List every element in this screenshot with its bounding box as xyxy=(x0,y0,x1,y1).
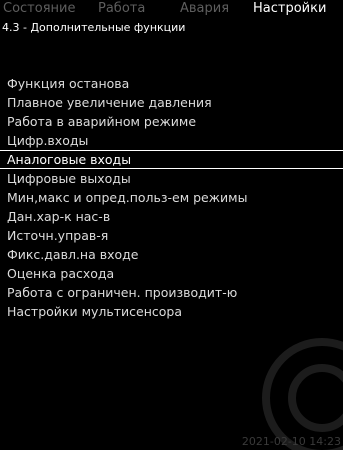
tab-settings[interactable]: Настройки xyxy=(253,0,343,17)
menu-item-fixed-inlet-pressure[interactable]: Фикс.давл.на входе xyxy=(0,245,343,264)
tab-operation[interactable]: Работа xyxy=(98,0,145,17)
menu-item-flow-estimation[interactable]: Оценка расхода xyxy=(0,264,343,283)
menu-item-multisensor-settings[interactable]: Настройки мультисенсора xyxy=(0,302,343,321)
menu-item-stop-function[interactable]: Функция останова xyxy=(0,74,343,93)
menu-item-digital-outputs[interactable]: Цифровые выходы xyxy=(0,169,343,188)
tab-status[interactable]: Состояние xyxy=(3,0,75,17)
menu-item-min-max-user-modes[interactable]: Мин,макс и опред.польз-ем режимы xyxy=(0,188,343,207)
menu-item-soft-pressure-buildup[interactable]: Плавное увеличение давления xyxy=(0,93,343,112)
display-screen: Состояние Работа Авария Настройки 4.3 - … xyxy=(0,0,343,450)
tab-bar: Состояние Работа Авария Настройки xyxy=(0,0,343,17)
menu-item-emergency-run[interactable]: Работа в аварийном режиме xyxy=(0,112,343,131)
watermark-ring-inner xyxy=(288,364,343,432)
watermark-ring-outer xyxy=(262,338,343,450)
menu-item-analog-inputs[interactable]: Аналоговые входы xyxy=(0,150,343,169)
menu-item-control-source[interactable]: Источн.управ-я xyxy=(0,226,343,245)
tab-alarm[interactable]: Авария xyxy=(180,0,229,17)
clock-timestamp: 2021-02-10 14:23 xyxy=(241,435,341,448)
menu-item-limit-exceed-operation[interactable]: Работа с ограничен. производит-ю xyxy=(0,283,343,302)
page-title: 4.3 - Дополнительные функции xyxy=(2,21,186,34)
menu-item-digital-inputs[interactable]: Цифр.входы xyxy=(0,131,343,150)
settings-menu: Функция останова Плавное увеличение давл… xyxy=(0,74,343,321)
grundfos-watermark-logo xyxy=(262,338,343,450)
menu-item-pump-curve-data[interactable]: Дан.хар-к нас-в xyxy=(0,207,343,226)
